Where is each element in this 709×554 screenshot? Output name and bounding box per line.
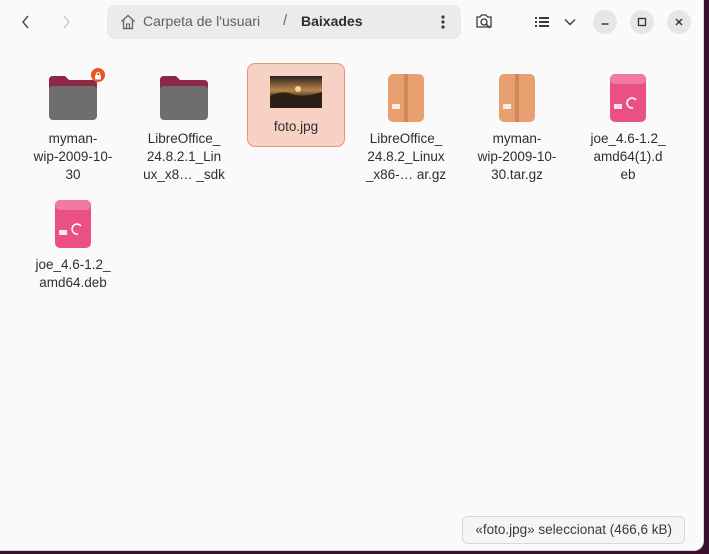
file-name: joe_4.6-1.2_ amd64(1).d eb [590, 131, 666, 182]
file-item[interactable]: LibreOffice_ 24.8.2_Linux _x86-… ar.gz [358, 66, 454, 184]
forward-button[interactable] [52, 8, 80, 36]
file-item[interactable]: joe_4.6-1.2_ amd64.deb [25, 192, 121, 292]
file-item[interactable]: LibreOffice_ 24.8.2.1_Lin ux_x8… _sdk [136, 66, 232, 184]
search-icon [476, 14, 492, 29]
close-button[interactable] [667, 10, 691, 34]
file-grid: myman- wip-2009-10- 30 LibreOffice_ 24.8… [0, 44, 703, 550]
file-name: LibreOffice_ 24.8.2.1_Lin ux_x8… _sdk [143, 131, 225, 182]
view-options-button[interactable] [556, 8, 584, 36]
file-name: LibreOffice_ 24.8.2_Linux _x86-… ar.gz [365, 131, 447, 182]
breadcrumb-separator: / [283, 12, 288, 29]
debian-package-icon [600, 70, 656, 126]
maximize-icon [637, 17, 647, 27]
view-toggle-button[interactable] [528, 8, 556, 36]
archive-icon [489, 70, 545, 126]
minimize-button[interactable] [593, 10, 617, 34]
breadcrumb-current[interactable]: Baixades [301, 13, 362, 29]
file-item[interactable]: myman- wip-2009-10- 30 [25, 66, 121, 184]
file-item-selected[interactable]: foto.jpg [247, 63, 345, 147]
home-icon [121, 14, 135, 30]
archive-icon [378, 70, 434, 126]
chevron-left-icon [22, 15, 29, 29]
maximize-button[interactable] [630, 10, 654, 34]
file-item[interactable]: myman- wip-2009-10- 30.tar.gz [469, 66, 565, 184]
folder-icon [45, 68, 105, 126]
list-view-icon [535, 17, 549, 27]
file-name: joe_4.6-1.2_ amd64.deb [35, 257, 111, 290]
file-name: foto.jpg [273, 119, 319, 134]
path-menu-button[interactable] [433, 12, 453, 32]
chevron-right-icon [63, 15, 70, 29]
minimize-icon [601, 23, 609, 25]
chevron-down-icon [564, 19, 576, 26]
back-button[interactable] [12, 8, 40, 36]
vertical-dots-icon [441, 15, 445, 29]
folder-icon [156, 70, 212, 126]
image-thumbnail [268, 72, 324, 112]
selection-status: «foto.jpg» seleccionat (466,6 kB) [462, 516, 685, 544]
path-home-button[interactable] [119, 13, 137, 31]
close-icon [675, 18, 683, 26]
debian-package-icon [45, 196, 101, 252]
breadcrumb-home[interactable]: Carpeta de l'usuari [143, 13, 260, 29]
file-name: myman- wip-2009-10- 30.tar.gz [477, 131, 557, 182]
path-bar: Carpeta de l'usuari / Baixades [107, 5, 461, 39]
file-manager-window: Carpeta de l'usuari / Baixades myman- wi… [0, 0, 704, 551]
header-bar: Carpeta de l'usuari / Baixades [0, 0, 703, 44]
file-name: myman- wip-2009-10- 30 [33, 131, 113, 182]
search-button[interactable] [470, 8, 498, 36]
lock-icon [91, 68, 105, 82]
file-item[interactable]: joe_4.6-1.2_ amd64(1).d eb [580, 66, 676, 184]
